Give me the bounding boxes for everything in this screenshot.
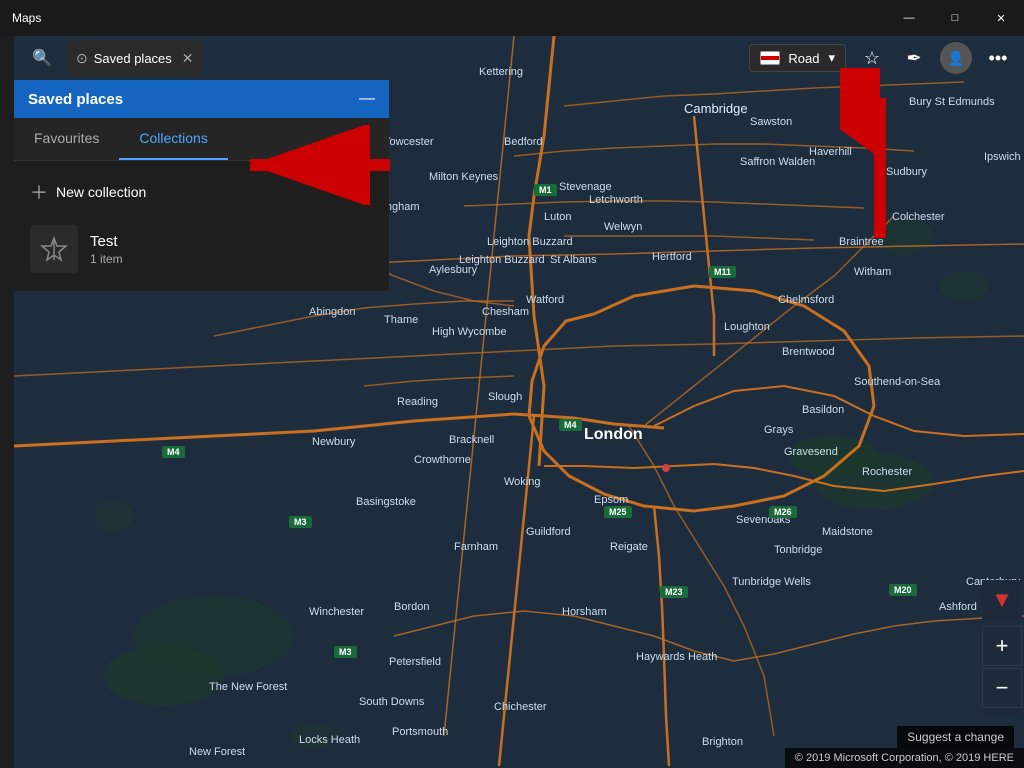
copyright-text: © 2019 Microsoft Corporation, © 2019 HER… [785,748,1024,768]
close-button[interactable]: ✕ [978,0,1024,36]
compass-button[interactable]: ▼ [982,580,1022,620]
zoom-in-button[interactable]: + [982,626,1022,666]
collection-item[interactable]: Test 1 item [14,215,389,283]
toolbar-right: Road ▾ ☆ ✒ 👤 ••• [749,42,1014,74]
titlebar: Maps — □ ✕ [0,0,1024,36]
tab-collections[interactable]: Collections [119,118,227,160]
maximize-button[interactable]: □ [932,0,978,36]
road-view-button[interactable]: Road ▾ [749,44,846,72]
minimize-button[interactable]: — [886,0,932,36]
saved-places-close-button[interactable]: ✕ [182,50,194,67]
road-dropdown-icon: ▾ [828,50,835,66]
saved-places-panel: Saved places — Favourites Collections ＋ … [14,80,389,291]
plus-icon: ＋ [30,179,48,205]
saved-panel-header: Saved places — [14,80,389,118]
left-sidebar-strip [0,36,14,768]
more-button[interactable]: ••• [982,42,1014,74]
window-controls: — □ ✕ [886,0,1024,36]
new-collection-label: New collection [56,184,146,200]
tab-favourites[interactable]: Favourites [14,118,119,160]
new-collection-button[interactable]: ＋ New collection [14,169,389,215]
toolbar-left: 🔍 ⊙ Saved places ✕ [24,40,202,76]
top-toolbar: 🔍 ⊙ Saved places ✕ Road ▾ ☆ ✒ 👤 ••• [14,36,1024,80]
road-label: Road [788,51,819,66]
favourites-button[interactable]: ☆ [856,42,888,74]
user-avatar[interactable]: 👤 [940,42,972,74]
collection-icon [30,225,78,273]
zoom-out-button[interactable]: − [982,668,1022,708]
collection-count: 1 item [90,252,373,266]
saved-places-label: Saved places [94,51,172,66]
zoom-controls: + − [982,626,1022,708]
ink-button[interactable]: ✒ [898,42,930,74]
saved-panel-minimize-button[interactable]: — [359,90,375,108]
suggest-change-button[interactable]: Suggest a change [897,726,1014,748]
saved-panel-title: Saved places [28,91,123,108]
app-title: Maps [12,11,886,25]
saved-panel-tabs: Favourites Collections [14,118,389,161]
search-button[interactable]: 🔍 [24,40,60,76]
saved-panel-content: ＋ New collection Test 1 item [14,161,389,291]
collection-info: Test 1 item [90,233,373,266]
collection-name: Test [90,233,373,250]
